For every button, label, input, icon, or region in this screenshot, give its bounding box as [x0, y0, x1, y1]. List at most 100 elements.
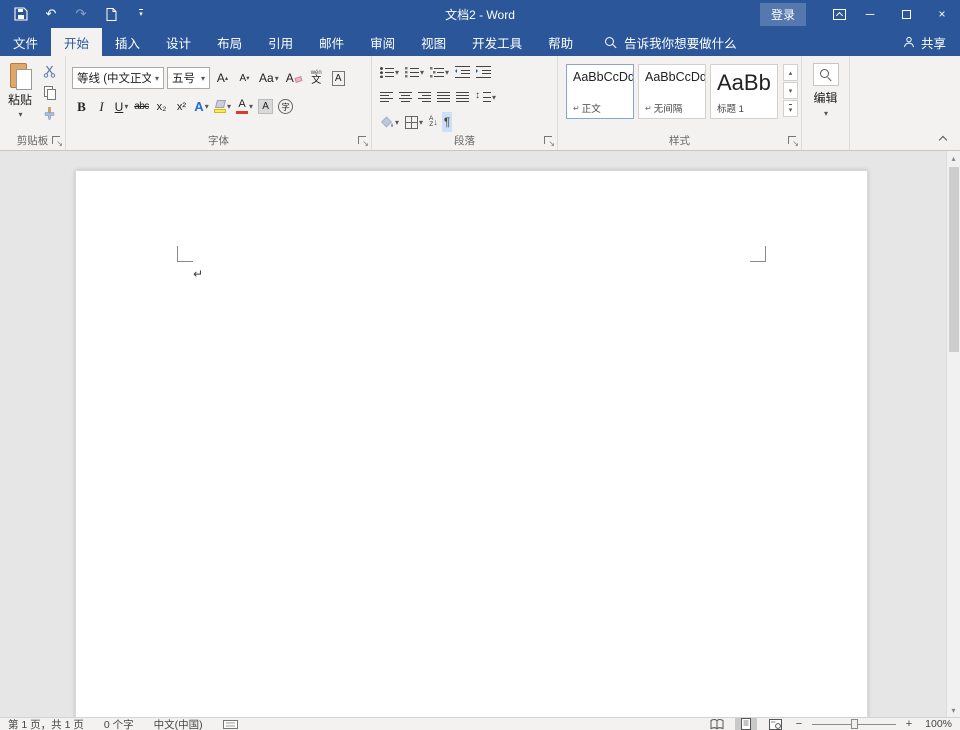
sign-in-button[interactable]: 登录	[759, 2, 806, 26]
language-indicator[interactable]: 中文(中国)	[154, 718, 203, 730]
collapse-ribbon-button[interactable]	[934, 131, 952, 145]
tab-view[interactable]: 视图	[408, 28, 459, 56]
zoom-slider-thumb[interactable]	[850, 719, 858, 729]
keyboard-icon[interactable]	[222, 719, 238, 729]
styles-gallery-more-button[interactable]: ▾	[783, 100, 798, 117]
ribbon-tab-bar: 文件 开始 插入 设计 布局 引用 邮件 审阅 视图 开发工具 帮助 告诉我你想…	[0, 28, 960, 56]
zoom-slider[interactable]	[812, 718, 896, 730]
customize-qat-button[interactable]: ▾	[128, 2, 154, 26]
scrollbar-thumb[interactable]	[948, 167, 959, 352]
close-button[interactable]: ×	[924, 0, 960, 28]
ribbon-display-options-button[interactable]	[826, 2, 852, 26]
document-page[interactable]: ↵	[75, 170, 868, 717]
tab-design[interactable]: 设计	[153, 28, 204, 56]
tab-home[interactable]: 开始	[51, 28, 103, 56]
distributed-button[interactable]	[454, 87, 471, 107]
borders-button[interactable]: ▾	[403, 112, 425, 132]
zoom-out-button[interactable]: −	[793, 718, 805, 730]
scroll-down-icon[interactable]: ▾	[947, 703, 960, 717]
styles-group-label: 样式	[669, 135, 690, 147]
subscript-button[interactable]: x₂	[152, 96, 171, 117]
tab-developer[interactable]: 开发工具	[459, 28, 535, 56]
styles-scroll-down-button[interactable]: ▾	[783, 82, 798, 99]
vertical-scrollbar[interactable]: ▴ ▾	[946, 151, 960, 717]
tell-me-search[interactable]: 告诉我你想要做什么	[594, 28, 747, 56]
cut-button[interactable]	[38, 61, 60, 81]
tab-insert[interactable]: 插入	[102, 28, 153, 56]
tab-references[interactable]: 引用	[255, 28, 306, 56]
page-indicator[interactable]: 第 1 页，共 1 页	[8, 718, 84, 730]
undo-button[interactable]: ↶	[38, 2, 64, 26]
word-count[interactable]: 0 个字	[104, 718, 134, 730]
align-left-button[interactable]	[378, 87, 395, 107]
phonetic-guide-button[interactable]: wén 文	[307, 68, 326, 89]
italic-button[interactable]: I	[92, 96, 111, 117]
tab-mailings[interactable]: 邮件	[306, 28, 357, 56]
underline-button[interactable]: U ▾	[112, 96, 131, 117]
titlebar: ↶ ↷ ▾ 文档2 - Word 登录 ─ ×	[0, 0, 960, 28]
font-size-select[interactable]: 五号 ▾	[167, 67, 210, 89]
text-highlight-button[interactable]: ▾	[212, 96, 233, 117]
ribbon: 粘贴 ▾ 剪贴板 等线 (中文正文 ▾ 五号	[0, 56, 960, 151]
copy-button[interactable]	[38, 82, 60, 102]
font-name-select[interactable]: 等线 (中文正文 ▾	[72, 67, 164, 89]
paste-button[interactable]: 粘贴 ▾	[2, 60, 38, 123]
sort-button[interactable]: AZ ↓	[427, 112, 440, 132]
style-no-spacing[interactable]: AaBbCcDd ↵ 无间隔	[638, 64, 706, 119]
sort-icon: AZ ↓	[429, 114, 438, 128]
enclose-characters-button[interactable]: 字	[276, 96, 295, 117]
editing-group: 编辑 ▾	[802, 56, 850, 150]
font-dialog-launcher-button[interactable]	[357, 135, 369, 148]
character-border-button[interactable]: A	[329, 68, 348, 89]
decrease-indent-button[interactable]	[453, 62, 472, 82]
shading-button[interactable]: ▾	[378, 112, 401, 132]
print-layout-button[interactable]	[735, 718, 757, 730]
shrink-font-button[interactable]: A ▾	[235, 68, 254, 89]
zoom-level[interactable]: 100%	[922, 718, 952, 730]
zoom-in-button[interactable]: +	[903, 718, 915, 730]
character-shading-button[interactable]: A	[256, 96, 275, 117]
tab-layout[interactable]: 布局	[204, 28, 255, 56]
format-painter-button[interactable]	[38, 103, 60, 123]
scroll-up-icon[interactable]: ▴	[947, 151, 960, 165]
save-button[interactable]	[8, 2, 34, 26]
tab-review[interactable]: 审阅	[357, 28, 408, 56]
web-layout-button[interactable]	[764, 718, 786, 730]
bold-button[interactable]: B	[72, 96, 91, 117]
clipboard-dialog-launcher-button[interactable]	[51, 135, 63, 148]
grow-font-button[interactable]: A ▴	[213, 68, 232, 89]
editing-menu-button[interactable]: 编辑 ▾	[804, 56, 847, 118]
chevron-down-icon: ▾	[124, 102, 129, 111]
clear-formatting-button[interactable]: A	[284, 68, 304, 89]
font-name-value: 等线 (中文正文	[77, 73, 151, 85]
increase-indent-button[interactable]	[474, 62, 493, 82]
style-name: 无间隔	[653, 104, 683, 115]
show-hide-marks-button[interactable]: ¶	[441, 112, 453, 132]
redo-button[interactable]: ↷	[68, 2, 94, 26]
bullets-button[interactable]: ▾	[378, 62, 401, 82]
text-effects-button[interactable]: A ▾	[192, 96, 211, 117]
numbering-button[interactable]: ▾	[403, 62, 426, 82]
touch-mouse-mode-button[interactable]	[98, 2, 124, 26]
minimize-button[interactable]: ─	[852, 0, 888, 28]
align-center-button[interactable]	[397, 87, 414, 107]
align-right-button[interactable]	[416, 87, 433, 107]
style-heading-1[interactable]: AaBb 标题 1	[710, 64, 778, 119]
paragraph-dialog-launcher-button[interactable]	[543, 135, 555, 148]
copy-icon	[43, 85, 56, 100]
share-button[interactable]: 共享	[903, 28, 946, 56]
line-spacing-button[interactable]: ▾	[473, 87, 498, 107]
superscript-button[interactable]: x²	[172, 96, 191, 117]
maximize-button[interactable]	[888, 0, 924, 28]
change-case-button[interactable]: Aa ▾	[257, 68, 281, 89]
strikethrough-button[interactable]: abc	[132, 96, 151, 117]
style-normal[interactable]: AaBbCcDd ↵ 正文	[566, 64, 634, 119]
justify-button[interactable]	[435, 87, 452, 107]
read-mode-button[interactable]	[706, 718, 728, 730]
font-color-button[interactable]: A ▾	[234, 96, 255, 117]
styles-scroll-up-button[interactable]: ▴	[783, 64, 798, 81]
multilevel-list-button[interactable]: ▾	[428, 62, 451, 82]
styles-dialog-launcher-button[interactable]	[787, 135, 799, 148]
tab-file[interactable]: 文件	[0, 28, 51, 56]
tab-help[interactable]: 帮助	[535, 28, 586, 56]
